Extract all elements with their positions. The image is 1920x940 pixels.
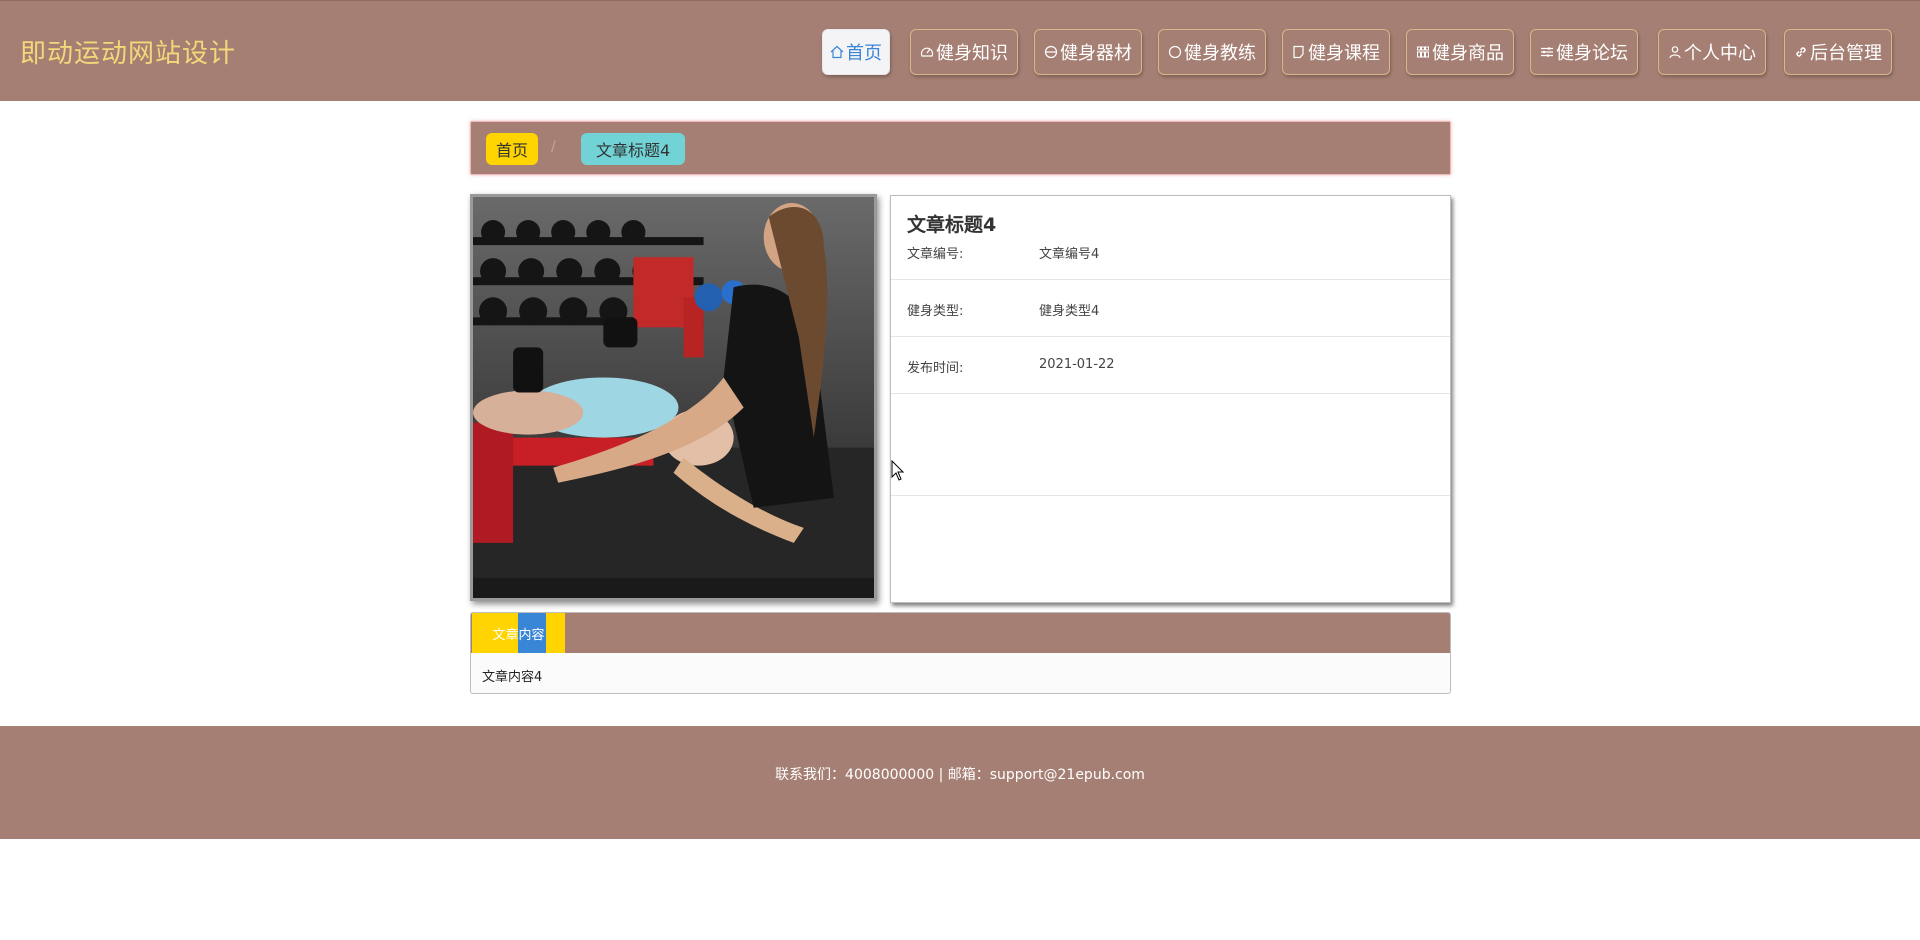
- nav-personal-center[interactable]: 个人中心: [1658, 29, 1766, 75]
- main-nav: 首页 健身知识 健身器材 健身教练 健身课程 健身商品 健身论坛 个人中心 后台…: [0, 29, 1920, 77]
- article-content-text: 文章内容4: [482, 670, 543, 685]
- article-content-panel: 文章内容 文章内容4: [470, 612, 1451, 694]
- nav-fitness-course[interactable]: 健身课程: [1282, 29, 1390, 75]
- info-label: 健身类型:: [907, 304, 964, 319]
- info-row-publish-time: 发布时间: 2021-01-22: [891, 337, 1450, 394]
- gauge-icon: [920, 47, 934, 57]
- gym-photo: [473, 197, 874, 598]
- info-row-article-no: [891, 439, 1450, 496]
- nav-home-label: 首页: [846, 43, 882, 64]
- site-header: 即动运动网站设计 首页 健身知识 健身器材 健身教练 健身课程 健身商品 健身论: [0, 0, 1920, 101]
- info-label: 发布时间:: [907, 361, 964, 376]
- tab-article-content[interactable]: 文章内容: [472, 613, 565, 653]
- mouse-cursor-icon: [891, 460, 905, 481]
- circle-icon: [1168, 45, 1182, 59]
- site-footer: 联系我们：4008000000 | 邮箱：support@21epub.com: [0, 726, 1920, 839]
- info-row-fitness-type: 健身类型: 健身类型4: [891, 280, 1450, 337]
- nav-fitness-knowledge[interactable]: 健身知识: [910, 29, 1018, 75]
- note-icon: [1293, 45, 1304, 59]
- info-label: 文章编号:: [907, 247, 964, 262]
- article-image: [470, 194, 877, 601]
- user-icon: [1669, 46, 1681, 59]
- content-tabbar: 文章内容: [471, 613, 1450, 653]
- link-icon: [1796, 47, 1806, 57]
- disc-icon: [1044, 45, 1058, 59]
- breadcrumb-separator: /: [551, 139, 556, 155]
- nav-admin-label: 后台管理: [1810, 43, 1882, 64]
- info-value: 文章编号4: [1039, 247, 1100, 262]
- info-value: 健身类型4: [1039, 304, 1100, 319]
- nav-fitness-forum[interactable]: 健身论坛: [1530, 29, 1638, 75]
- sliders-icon: [1541, 47, 1553, 57]
- nav-fitness-coach-label: 健身教练: [1184, 43, 1256, 64]
- grid-icon: [1417, 46, 1429, 58]
- nav-personal-center-label: 个人中心: [1684, 43, 1756, 64]
- footer-contact: 联系我们：4008000000 | 邮箱：support@21epub.com: [775, 767, 1145, 783]
- nav-fitness-goods-label: 健身商品: [1432, 43, 1504, 64]
- nav-fitness-course-label: 健身课程: [1308, 43, 1380, 64]
- nav-fitness-forum-label: 健身论坛: [1556, 43, 1628, 64]
- nav-fitness-goods[interactable]: 健身商品: [1406, 29, 1514, 75]
- article-info-panel: 文章标题4 文章编号: 文章编号4 健身类型: 健身类型4 发布时间: 2021…: [890, 195, 1451, 603]
- info-row-article-number: 文章编号: 文章编号4: [891, 223, 1450, 280]
- breadcrumb: 首页 / 文章标题4: [470, 121, 1451, 175]
- nav-fitness-coach[interactable]: 健身教练: [1158, 29, 1266, 75]
- nav-home[interactable]: 首页: [822, 29, 890, 75]
- breadcrumb-current: 文章标题4: [581, 133, 686, 165]
- nav-fitness-equipment[interactable]: 健身器材: [1034, 29, 1142, 75]
- breadcrumb-home[interactable]: 首页: [486, 133, 539, 165]
- info-value: 2021-01-22: [1039, 357, 1115, 372]
- nav-fitness-equipment-label: 健身器材: [1060, 43, 1132, 64]
- nav-fitness-knowledge-label: 健身知识: [936, 43, 1008, 64]
- home-icon: [830, 45, 844, 59]
- nav-admin[interactable]: 后台管理: [1784, 29, 1892, 75]
